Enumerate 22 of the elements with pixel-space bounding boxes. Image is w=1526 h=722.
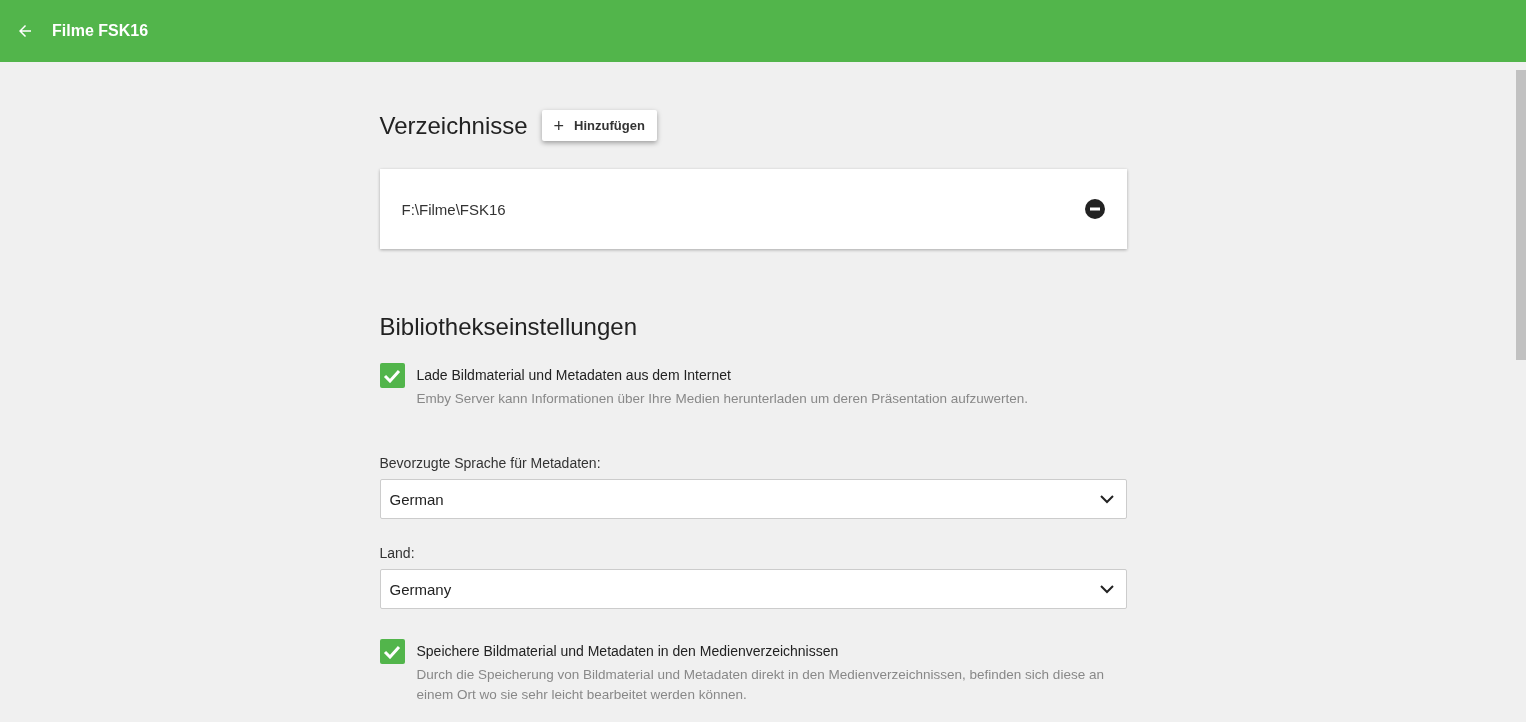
chevron-down-icon [1099, 584, 1114, 594]
page-title: Filme FSK16 [52, 22, 149, 40]
add-button[interactable]: + Hinzufügen [541, 110, 657, 141]
remove-button[interactable] [1084, 199, 1105, 219]
checkbox-label: Speichere Bildmaterial und Metadaten in den Medienverzeichnissen [416, 643, 840, 659]
setting-description: Durch die Speicherung von Bildmaterial und Metadaten direkt in den Medienverzeichnissen, befinden sich diese an einem Ort wo sie sehr leicht bearbeitet werden können. [416, 666, 1105, 704]
checkbox[interactable] [379, 363, 405, 388]
checkmark-icon [383, 644, 401, 659]
checkmark-icon [383, 368, 401, 383]
checkbox-label: Lade Bildmaterial und Metadaten aus dem Internet [416, 367, 732, 383]
section-title: Verzeichnisse [379, 111, 528, 140]
field-label: Land: [379, 545, 416, 561]
setting-description: Emby Server kann Informationen über Ihre Medien herunterladen um deren Präsentation aufzuwerten. [416, 390, 1029, 408]
section-title: Bibliothekseinstellungen [379, 313, 638, 341]
field-label: Bevorzugte Sprache für Metadaten: [379, 455, 602, 471]
scrollbar-thumb[interactable] [1516, 70, 1526, 360]
folder-path: F:\Filme\FSK16 [401, 200, 506, 218]
checkbox[interactable] [379, 639, 405, 664]
select-field[interactable]: Germany [379, 569, 1127, 609]
select-field[interactable]: German [379, 479, 1127, 519]
minus-circle-icon [1084, 199, 1105, 219]
chevron-down-icon [1099, 494, 1114, 504]
